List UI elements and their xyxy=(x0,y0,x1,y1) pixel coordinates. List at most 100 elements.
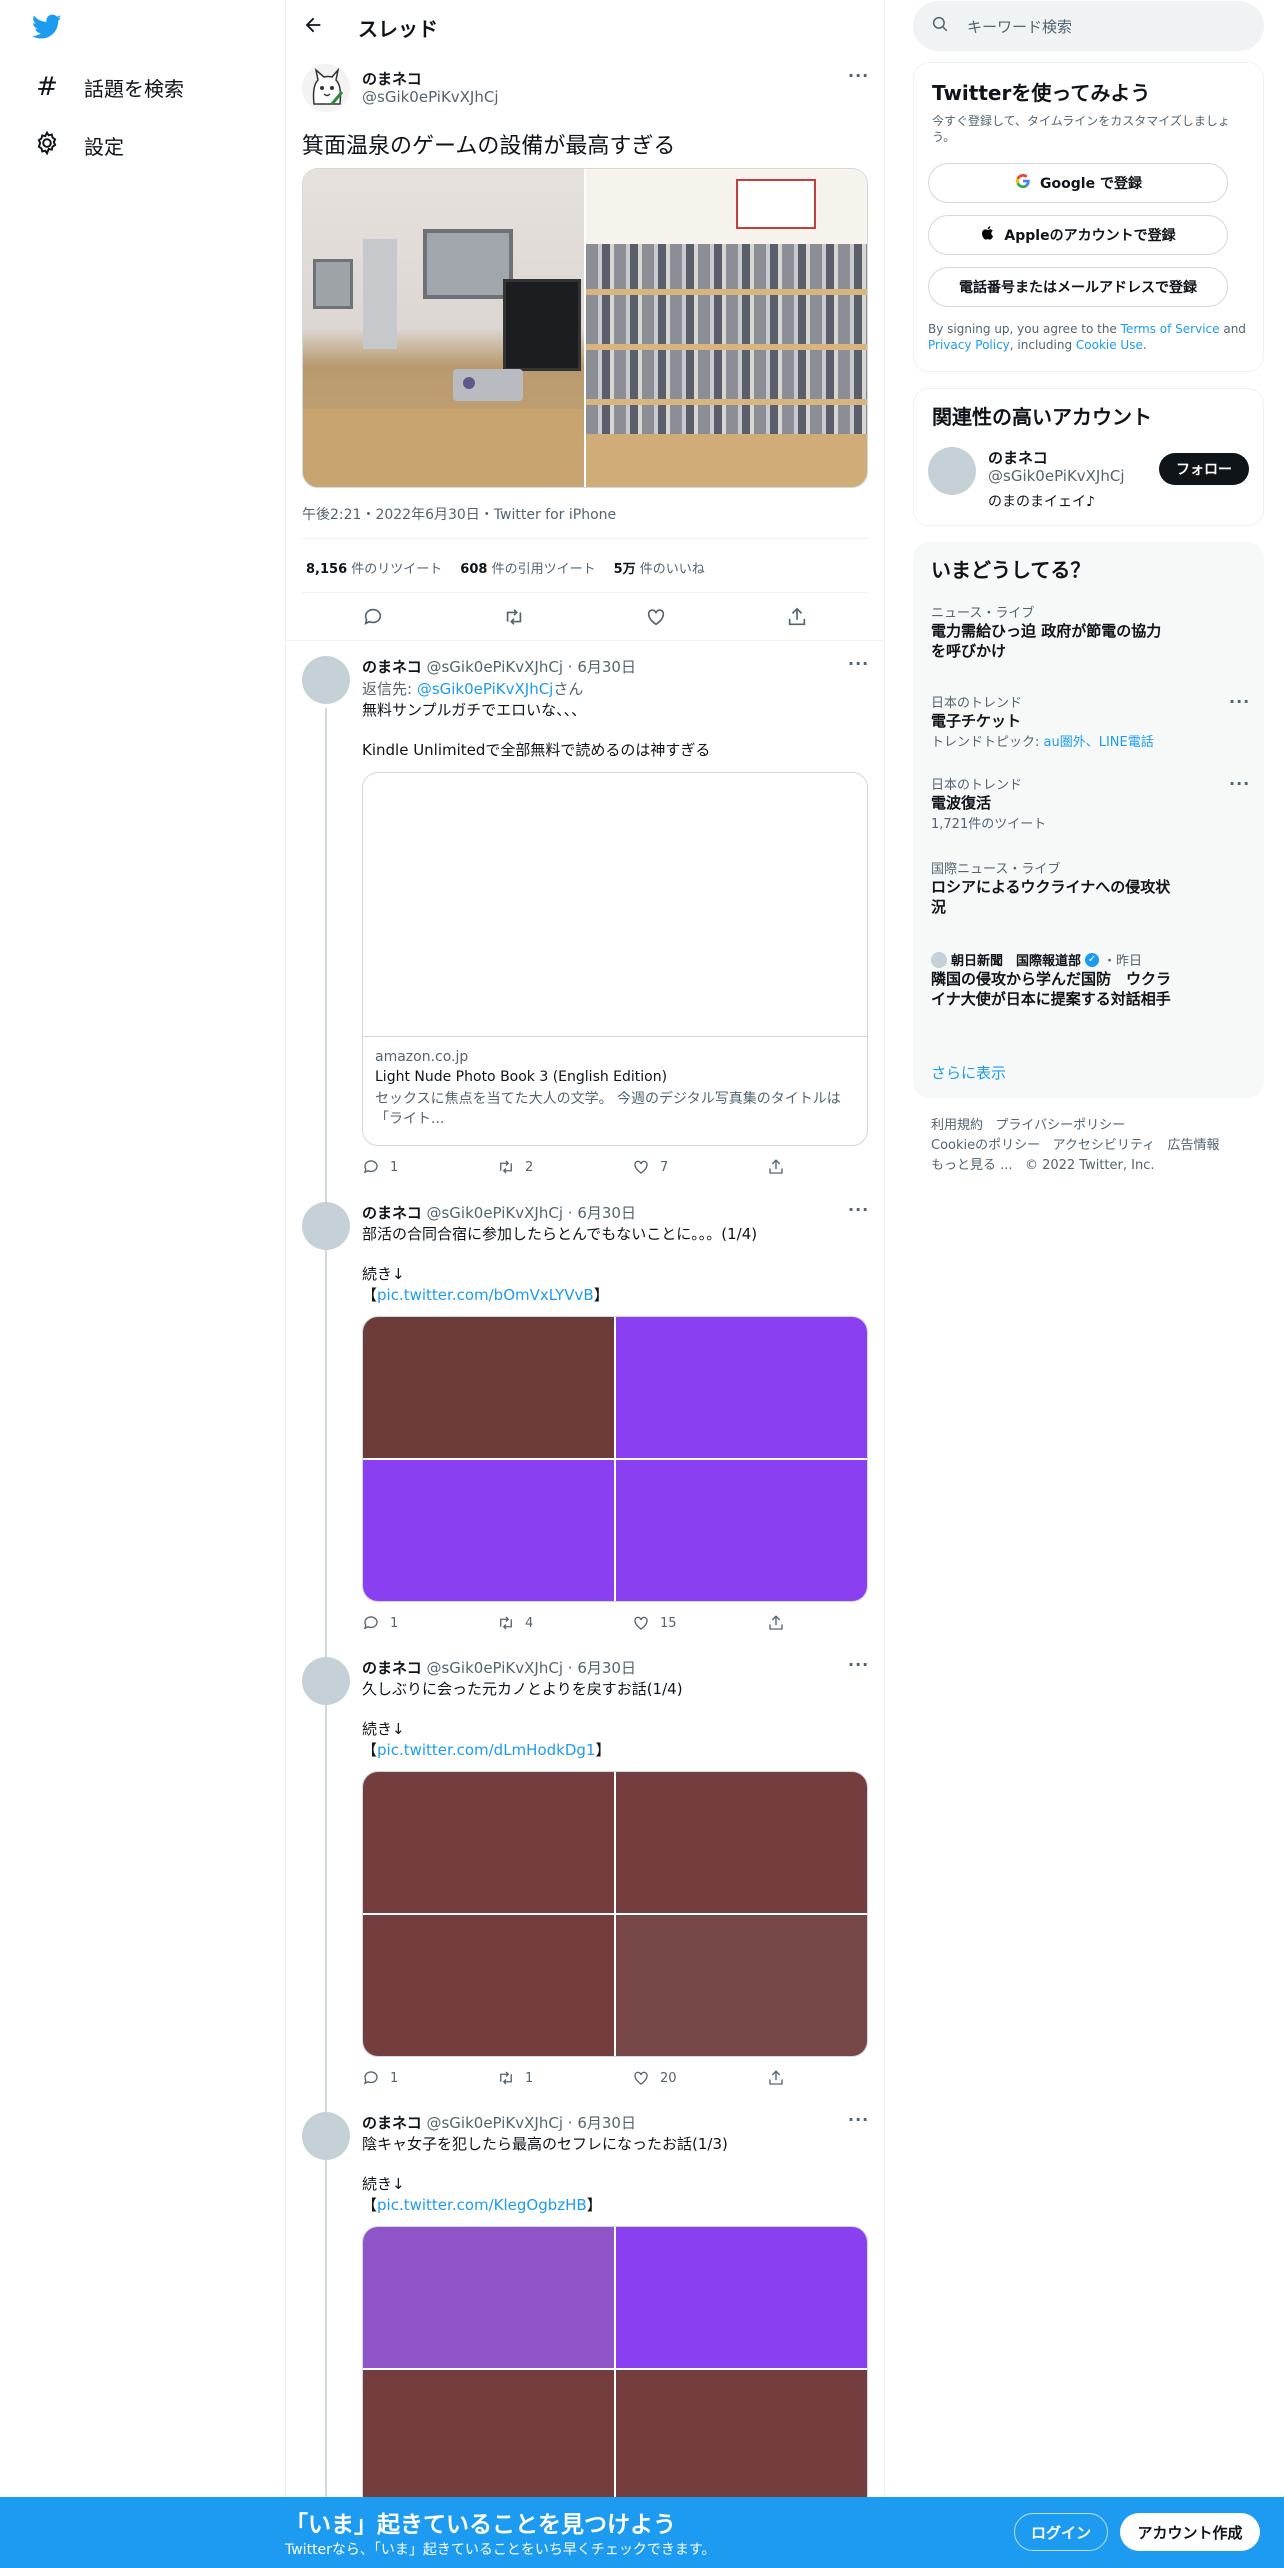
media-photo[interactable] xyxy=(616,1772,867,1913)
like-button[interactable]: 7 xyxy=(632,1158,767,1176)
footer-link[interactable]: 広告情報 xyxy=(1168,1138,1220,1153)
nav-settings[interactable]: 設定 xyxy=(34,130,124,161)
follow-button[interactable]: フォロー xyxy=(1159,453,1249,485)
share-icon[interactable] xyxy=(786,606,808,632)
share-button[interactable] xyxy=(767,2069,902,2087)
terms-link[interactable]: Terms of Service xyxy=(1121,322,1220,336)
link-card-desc: セックスに焦点を当てた大人の文学。 今週のデジタル写真集のタイトルは「ライト..… xyxy=(375,1091,841,1127)
media-photo[interactable] xyxy=(616,1460,867,1601)
media-photo[interactable] xyxy=(616,2370,867,2511)
back-arrow-icon[interactable] xyxy=(302,14,324,40)
media-photo[interactable] xyxy=(363,1460,614,1601)
retweet-button[interactable]: 1 xyxy=(497,2069,632,2087)
search-input[interactable]: キーワード検索 xyxy=(913,1,1264,51)
privacy-link[interactable]: Privacy Policy xyxy=(928,338,1010,352)
reply-button[interactable]: 1 xyxy=(362,1614,497,1632)
media-photo[interactable] xyxy=(616,1915,867,2056)
trend-item[interactable]: ニュース・ライブ 電力需給ひっ迫 政府が節電の協力を呼びかけ xyxy=(931,602,1171,661)
pic-link[interactable]: pic.twitter.com/KlegOgbzHB xyxy=(377,2196,587,2214)
share-button[interactable] xyxy=(767,1614,902,1632)
footer-link[interactable]: プライバシーポリシー xyxy=(995,1118,1125,1133)
avatar[interactable] xyxy=(928,447,976,495)
author-handle[interactable]: @sGik0ePiKvXJhCj xyxy=(426,2114,563,2132)
tweet-media[interactable] xyxy=(302,168,868,488)
reply-icon[interactable] xyxy=(362,606,384,632)
like-button[interactable]: 20 xyxy=(632,2069,767,2087)
pic-link[interactable]: pic.twitter.com/bOmVxLYVvB xyxy=(377,1286,594,1304)
phone-email-signup-button[interactable]: 電話番号またはメールアドレスで登録 xyxy=(928,267,1228,307)
reply-to-link[interactable]: @sGik0ePiKvXJhCj xyxy=(417,680,554,698)
avatar[interactable] xyxy=(302,1202,350,1250)
like-icon[interactable] xyxy=(645,606,667,632)
likes-stat[interactable]: 5万 件のいいね xyxy=(614,558,705,577)
nav-explore[interactable]: # 話題を検索 xyxy=(34,72,184,102)
retweet-button[interactable]: 2 xyxy=(497,1158,632,1176)
trend-item[interactable]: 日本のトレンド 電波復活 1,721件のツイート xyxy=(931,774,1171,832)
trend-item[interactable]: 朝日新聞 国際報道部 ✓ ・昨日 隣国の侵攻から学んだ国防 ウクライナ大使が日本… xyxy=(931,950,1171,1009)
retweets-stat[interactable]: 8,156 件のリツイート xyxy=(306,558,442,577)
author-handle[interactable]: @sGik0ePiKvXJhCj xyxy=(426,1204,563,1222)
relevant-name[interactable]: のまネコ xyxy=(988,447,1048,468)
media-photo[interactable] xyxy=(363,1915,614,2056)
cookie-link[interactable]: Cookie Use xyxy=(1076,338,1143,352)
retweet-button[interactable]: 4 xyxy=(497,1614,632,1632)
signup-button[interactable]: アカウント作成 xyxy=(1120,2513,1260,2551)
tweet-date[interactable]: 6月30日 xyxy=(577,2114,636,2132)
author-handle[interactable]: @sGik0ePiKvXJhCj xyxy=(426,1659,563,1677)
author-name[interactable]: のまネコ xyxy=(362,2114,422,2132)
author-name[interactable]: のまネコ xyxy=(362,1204,422,1222)
author-name[interactable]: のまネコ xyxy=(362,68,422,89)
avatar[interactable] xyxy=(302,1657,350,1705)
tweet-media[interactable] xyxy=(362,1316,868,1602)
footer-link[interactable]: もっと見る ... xyxy=(931,1158,1013,1173)
trend-item[interactable]: 日本のトレンド 電子チケット トレンドトピック: au圏外、LINE電話 xyxy=(931,692,1171,750)
photo-game-consoles[interactable] xyxy=(303,169,584,487)
author-handle[interactable]: @sGik0ePiKvXJhCj xyxy=(362,88,499,106)
relevant-handle[interactable]: @sGik0ePiKvXJhCj xyxy=(988,467,1125,485)
show-more-link[interactable]: さらに表示 xyxy=(931,1062,1006,1083)
photo-game-cartridges[interactable] xyxy=(586,169,867,487)
link-card[interactable]: amazon.co.jp Light Nude Photo Book 3 (En… xyxy=(362,772,868,1146)
share-icon xyxy=(769,1159,783,1174)
author-handle[interactable]: @sGik0ePiKvXJhCj xyxy=(426,658,563,676)
more-options-icon[interactable]: ··· xyxy=(848,2110,869,2129)
avatar[interactable] xyxy=(302,64,350,112)
twitter-logo-icon[interactable] xyxy=(31,14,62,44)
tweet-media[interactable] xyxy=(362,1771,868,2057)
pic-link[interactable]: pic.twitter.com/dLmHodkDg1 xyxy=(377,1741,595,1759)
apple-signup-button[interactable]: Appleのアカウントで登録 xyxy=(928,215,1228,255)
media-photo[interactable] xyxy=(363,2370,614,2511)
media-photo[interactable] xyxy=(363,2227,614,2368)
trend-item[interactable]: 国際ニュース・ライブ ロシアによるウクライナへの侵攻状況 xyxy=(931,858,1171,917)
share-button[interactable] xyxy=(767,1158,902,1176)
login-button[interactable]: ログイン xyxy=(1014,2513,1108,2551)
more-options-icon[interactable]: ··· xyxy=(848,1200,869,1219)
author-name[interactable]: のまネコ xyxy=(362,658,422,676)
tweet-date[interactable]: 6月30日 xyxy=(577,1204,636,1222)
footer-link[interactable]: Cookieのポリシー xyxy=(931,1138,1040,1153)
reply-button[interactable]: 1 xyxy=(362,2069,497,2087)
more-options-icon[interactable]: ··· xyxy=(848,654,869,673)
media-photo[interactable] xyxy=(616,2227,867,2368)
footer-link[interactable]: アクセシビリティ xyxy=(1053,1138,1156,1153)
reply-button[interactable]: 1 xyxy=(362,1158,497,1176)
footer-link[interactable]: 利用規約 xyxy=(931,1118,983,1133)
more-options-icon[interactable]: ··· xyxy=(1229,774,1250,793)
media-photo[interactable] xyxy=(363,1317,614,1458)
media-photo[interactable] xyxy=(363,1772,614,1913)
google-signup-button[interactable]: Google で登録 xyxy=(928,163,1228,203)
quotes-stat[interactable]: 608 件の引用ツイート xyxy=(460,558,595,577)
avatar[interactable] xyxy=(302,2112,350,2160)
author-name[interactable]: のまネコ xyxy=(362,1659,422,1677)
tweet-date[interactable]: 6月30日 xyxy=(577,658,636,676)
more-options-icon[interactable]: ··· xyxy=(848,1655,869,1674)
more-options-icon[interactable]: ··· xyxy=(1229,692,1250,711)
avatar[interactable] xyxy=(302,656,350,704)
more-options-icon[interactable]: ··· xyxy=(848,66,869,85)
tweet-media[interactable] xyxy=(362,2226,868,2512)
tweet-meta[interactable]: 午後2:21・2022年6月30日・Twitter for iPhone xyxy=(302,504,616,524)
tweet-date[interactable]: 6月30日 xyxy=(577,1659,636,1677)
media-photo[interactable] xyxy=(616,1317,867,1458)
retweet-icon[interactable] xyxy=(503,606,525,632)
like-button[interactable]: 15 xyxy=(632,1614,767,1632)
